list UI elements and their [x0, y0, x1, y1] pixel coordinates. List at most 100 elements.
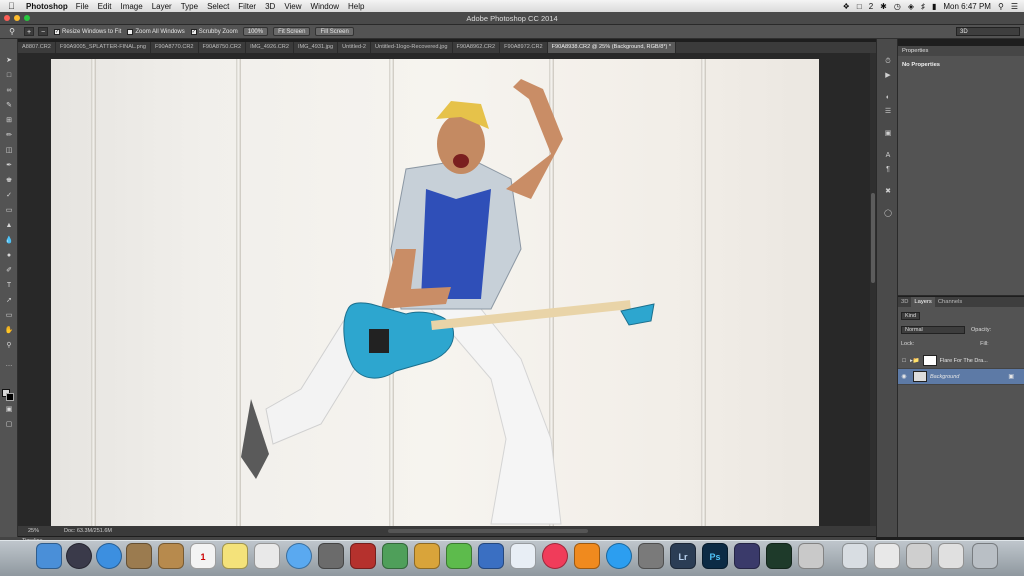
menu-layer[interactable]: Layer: [152, 2, 172, 11]
search-icon[interactable]: ⚲: [998, 2, 1004, 11]
trash-icon[interactable]: [972, 543, 998, 569]
gradient-tool-icon[interactable]: ▲: [2, 220, 16, 232]
activity-monitor-icon[interactable]: [766, 543, 792, 569]
volume-icon[interactable]: ♯: [921, 2, 925, 11]
fill-screen-button[interactable]: Fill Screen: [315, 27, 354, 36]
doc-tab[interactable]: F90A9005_SPLATTER-FINAL.png: [56, 42, 151, 53]
notes-icon[interactable]: [222, 543, 248, 569]
3d-icon[interactable]: ◯: [882, 209, 894, 219]
info-icon[interactable]: ▣: [882, 129, 894, 139]
tool-presets-icon[interactable]: ✖: [882, 187, 894, 197]
menu-filter[interactable]: Filter: [238, 2, 256, 11]
wifi-icon[interactable]: ◈: [908, 2, 914, 11]
document-stack-icon[interactable]: [874, 543, 900, 569]
notification-count[interactable]: 2: [869, 2, 873, 11]
zoom-all-checkbox[interactable]: Zoom All Windows: [127, 28, 185, 35]
safari-icon[interactable]: [96, 543, 122, 569]
photobooth-icon[interactable]: [350, 543, 376, 569]
app-menu[interactable]: Photoshop: [26, 2, 68, 11]
doc-tab[interactable]: F90A8770.CR2: [151, 42, 199, 53]
imovie-icon[interactable]: [734, 543, 760, 569]
finder-icon[interactable]: [36, 543, 62, 569]
doc-tab[interactable]: IMG_4926.CR2: [246, 42, 294, 53]
properties-tab[interactable]: Properties: [898, 46, 1024, 56]
photoshop-icon[interactable]: Ps: [702, 543, 728, 569]
doc-tab[interactable]: F90A8972.CR2: [500, 42, 548, 53]
pages-icon[interactable]: [414, 543, 440, 569]
battery-icon[interactable]: ▮: [932, 2, 936, 11]
marquee-tool-icon[interactable]: □: [2, 70, 16, 82]
messages-icon[interactable]: □: [857, 2, 862, 11]
doc-tab[interactable]: Untitled-2: [338, 42, 372, 53]
actions-icon[interactable]: ▶: [882, 71, 894, 81]
pen-tool-icon[interactable]: ✐: [2, 265, 16, 277]
blend-mode-select[interactable]: Normal: [901, 325, 965, 334]
doc-size[interactable]: Doc: 63.3M/251.6M: [64, 528, 112, 534]
healing-tool-icon[interactable]: ◫: [2, 145, 16, 157]
visibility-off-icon[interactable]: □: [898, 358, 910, 364]
preview-icon[interactable]: [798, 543, 824, 569]
menu-file[interactable]: File: [76, 2, 89, 11]
background-color-swatch[interactable]: [6, 393, 14, 401]
zoom-level[interactable]: 25%: [18, 528, 52, 534]
brush-tool-icon[interactable]: ✒: [2, 160, 16, 172]
horizontal-scrollbar[interactable]: [388, 529, 588, 533]
menu-window[interactable]: Window: [311, 2, 339, 11]
tab-3d[interactable]: 3D: [898, 297, 911, 307]
zoom-in-icon[interactable]: +: [24, 27, 34, 36]
layer-row[interactable]: □ ▸📁 Flare For The Dra...: [898, 353, 1024, 369]
eyedropper-tool-icon[interactable]: ✏: [2, 130, 16, 142]
numbers-icon[interactable]: [446, 543, 472, 569]
shape-tool-icon[interactable]: ▭: [2, 310, 16, 322]
eraser-tool-icon[interactable]: ▭: [2, 205, 16, 217]
clock[interactable]: Mon 6:47 PM: [943, 2, 991, 11]
scroll-thumb[interactable]: [871, 193, 875, 283]
system-preferences-icon[interactable]: [638, 543, 664, 569]
app-icon[interactable]: [510, 543, 536, 569]
app-store-icon[interactable]: [606, 543, 632, 569]
iphoto-icon[interactable]: [382, 543, 408, 569]
quick-select-tool-icon[interactable]: ✎: [2, 100, 16, 112]
zoom-out-icon[interactable]: −: [38, 27, 48, 36]
menu-type[interactable]: Type: [181, 2, 198, 11]
tab-layers[interactable]: Layers: [911, 297, 935, 307]
facetime-icon[interactable]: [318, 543, 344, 569]
more-tools-icon[interactable]: …: [2, 359, 16, 371]
dodge-tool-icon[interactable]: ●: [2, 250, 16, 262]
hand-tool-icon[interactable]: ✋: [2, 325, 16, 337]
ibooks-icon[interactable]: [574, 543, 600, 569]
path-select-tool-icon[interactable]: ➚: [2, 295, 16, 307]
type-tool-icon[interactable]: T: [2, 280, 16, 292]
kind-filter-select[interactable]: Kind: [901, 311, 921, 320]
document-canvas[interactable]: [18, 53, 876, 526]
downloads-stack-icon[interactable]: [906, 543, 932, 569]
quick-mask-icon[interactable]: ▣: [2, 404, 16, 416]
apple-icon[interactable]: : [8, 1, 20, 11]
move-tool-icon[interactable]: ➤: [2, 55, 16, 67]
stamp-tool-icon[interactable]: ♚: [2, 175, 16, 187]
doc-tab[interactable]: F90A8962.CR2: [453, 42, 501, 53]
doc-tab[interactable]: Untitled-1logo-Recovered.jpg: [371, 42, 453, 53]
reminders-icon[interactable]: [254, 543, 280, 569]
character-icon[interactable]: A: [882, 151, 894, 161]
launchpad-icon[interactable]: [66, 543, 92, 569]
paragraph-icon[interactable]: ¶: [882, 165, 894, 175]
lasso-tool-icon[interactable]: ∞: [2, 85, 16, 97]
eye-icon[interactable]: ◉: [898, 373, 910, 380]
doc-tab[interactable]: A8807.CR2: [18, 42, 56, 53]
workspace-select[interactable]: 3D: [956, 27, 1020, 36]
screen-mode-icon[interactable]: ▢: [2, 419, 16, 431]
fit-screen-button[interactable]: Fit Screen: [273, 27, 311, 36]
doc-tab[interactable]: IMG_4931.jpg: [294, 42, 339, 53]
contacts-icon[interactable]: [158, 543, 184, 569]
sliders-icon[interactable]: ☰: [882, 107, 894, 117]
calendar-icon[interactable]: 1: [190, 543, 216, 569]
crop-tool-icon[interactable]: ⊞: [2, 115, 16, 127]
zoom-tool-icon[interactable]: ⚲: [2, 340, 16, 352]
resize-windows-checkbox[interactable]: ✓ Resize Windows to Fit: [54, 28, 121, 35]
scrubby-zoom-checkbox[interactable]: ✓ Scrubby Zoom: [190, 28, 238, 35]
messages-icon[interactable]: [286, 543, 312, 569]
history-brush-tool-icon[interactable]: ✓: [2, 190, 16, 202]
timemachine-icon[interactable]: ◷: [894, 2, 901, 11]
menu-select[interactable]: Select: [207, 2, 229, 11]
